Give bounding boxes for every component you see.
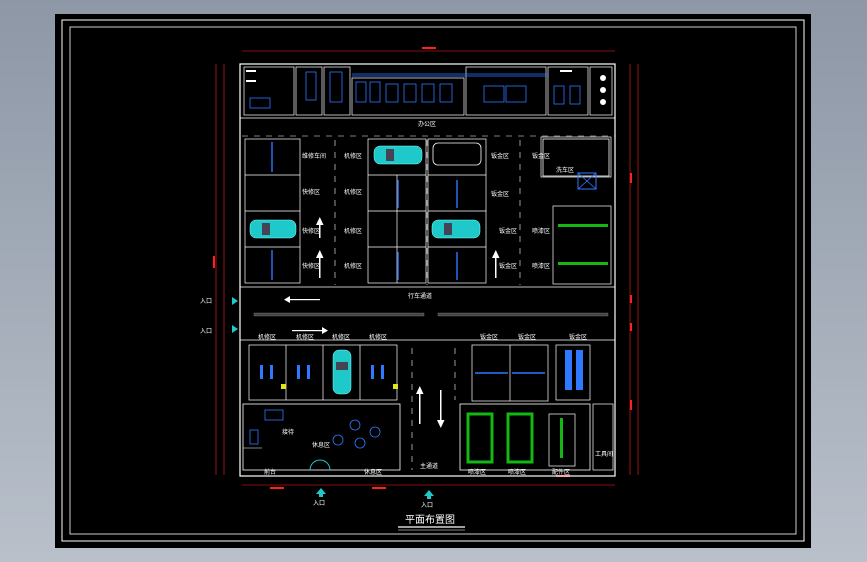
label-quick-area-3: 快修区 xyxy=(302,262,320,270)
label-wash-area: 洗车区 xyxy=(556,166,574,174)
label-entrance-left-upper: 入口 xyxy=(200,298,212,305)
label-sheet-area-4: 钣金区 xyxy=(499,262,517,270)
label-machine-area-2: 机修区 xyxy=(344,188,362,196)
label-paint-area-2: 喷漆区 xyxy=(532,262,550,270)
drainage-grate-left xyxy=(253,312,425,317)
label-machine-area-8: 机修区 xyxy=(369,333,387,341)
label-sheet-area-5: 钣金区 xyxy=(532,152,550,160)
label-sheet-area-1: 钣金区 xyxy=(491,152,509,160)
cad-viewport: 办公区 行车通道 入口 入口 接待 休息区 前台 主通道 工具间 机修区 机修区… xyxy=(0,0,867,562)
label-quick-area-2: 快修区 xyxy=(302,227,320,235)
drying-rail xyxy=(560,418,563,458)
label-machine-area-4: 机修区 xyxy=(344,262,362,270)
label-machine-area-6: 机修区 xyxy=(296,333,314,341)
label-paint-area-1: 喷漆区 xyxy=(532,227,550,235)
label-sheet-area-7: 钣金区 xyxy=(518,333,536,341)
label-sheet-area-2: 钣金区 xyxy=(491,190,509,198)
label-repair-workshop: 维修车间 xyxy=(302,152,326,160)
label-entrance-bottom-1: 入口 xyxy=(313,500,325,507)
label-main-passage: 主通道 xyxy=(420,462,438,470)
label-tool-room: 工具间 xyxy=(595,450,613,458)
label-machine-area-7: 机修区 xyxy=(332,333,350,341)
label-machine-area-5: 机修区 xyxy=(258,333,276,341)
drawing-title: 平面布置图 xyxy=(405,514,455,526)
label-paint-area-3: 喷漆区 xyxy=(468,468,486,476)
label-office-area: 办公区 xyxy=(418,120,436,128)
label-paint-area-4: 喷漆区 xyxy=(508,468,526,476)
floor-plan-drawing: 办公区 行车通道 入口 入口 接待 休息区 前台 主通道 工具间 机修区 机修区… xyxy=(55,14,811,548)
label-sheet-area-8: 钣金区 xyxy=(569,333,587,341)
wash-area xyxy=(542,138,610,177)
label-machine-area-3: 机修区 xyxy=(344,227,362,235)
label-lounge-2: 休息区 xyxy=(364,468,382,476)
label-lounge: 休息区 xyxy=(312,441,330,449)
label-entrance-bottom-2: 入口 xyxy=(421,502,433,509)
label-reception: 接待 xyxy=(282,428,294,436)
label-main-aisle: 行车通道 xyxy=(408,292,432,300)
label-parts-area: 配件区 xyxy=(552,468,570,476)
label-machine-area-1: 机修区 xyxy=(344,152,362,160)
drainage-grate-right xyxy=(437,312,609,317)
label-quick-area-1: 快修区 xyxy=(302,188,320,196)
label-front-desk: 前台 xyxy=(264,468,276,476)
label-sheet-area-3: 钣金区 xyxy=(499,227,517,235)
label-entrance-left-lower: 入口 xyxy=(200,328,212,335)
label-sheet-area-6: 钣金区 xyxy=(480,333,498,341)
